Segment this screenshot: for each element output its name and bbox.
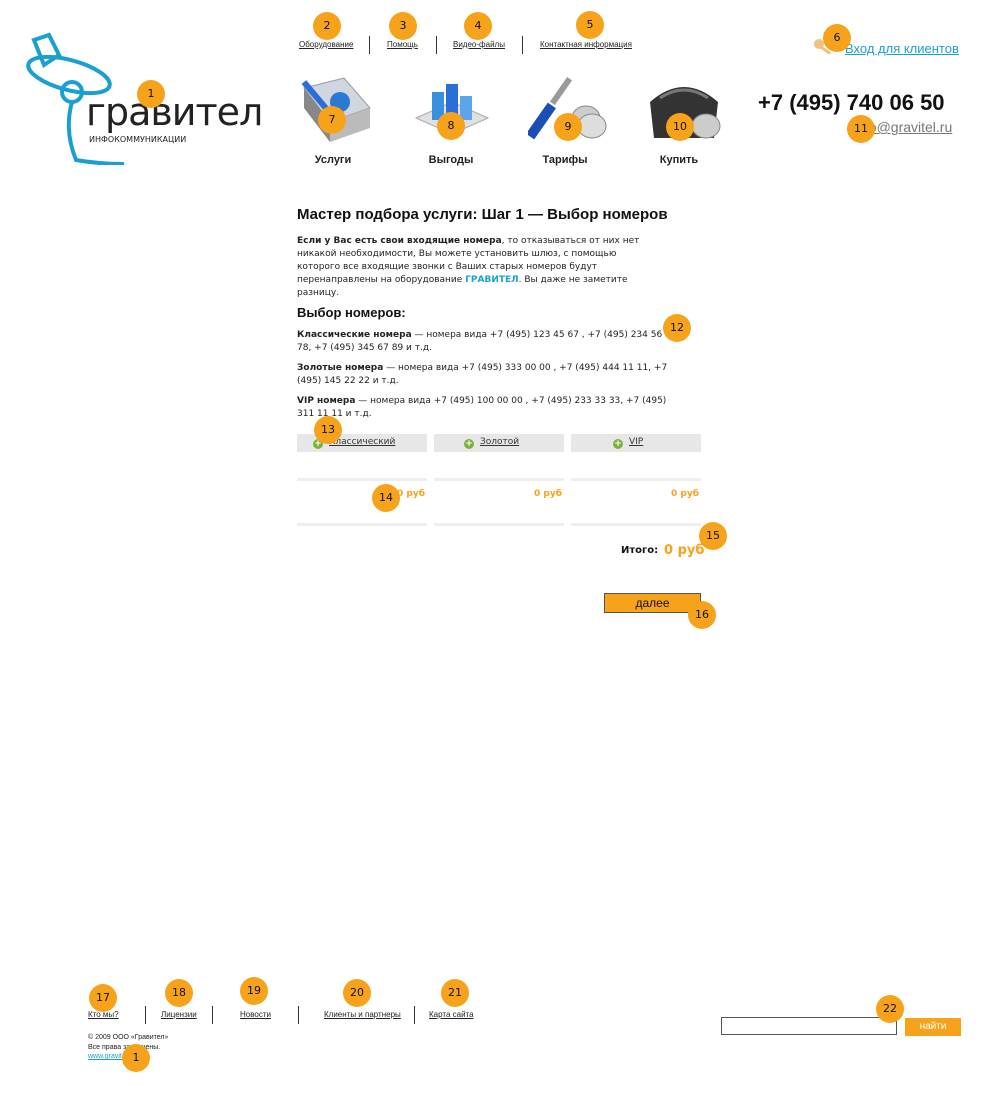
top-link-contacts[interactable]: Контактная информация: [540, 40, 632, 49]
annotation-badge: 8: [437, 112, 465, 140]
plus-icon: +: [464, 439, 474, 449]
divider: [436, 36, 437, 54]
price-box-vip: 0 руб: [571, 478, 701, 526]
number-type-gold: Золотые номера — номера вида +7 (495) 33…: [297, 362, 677, 388]
price-box-gold: 0 руб: [434, 478, 564, 526]
search-input[interactable]: [721, 1017, 897, 1035]
logo[interactable]: гравител ИНФОКОММУНИКАЦИИ: [14, 30, 263, 165]
tab-label: Золотой: [480, 437, 520, 447]
annotation-badge: 17: [89, 984, 117, 1012]
annotation-badge: 2: [313, 12, 341, 40]
divider: [522, 36, 523, 54]
annotation-badge: 20: [343, 979, 371, 1007]
divider: [414, 1006, 415, 1024]
footer-link-licenses[interactable]: Лицензии: [161, 1010, 197, 1019]
tab-gold[interactable]: + Золотой: [434, 434, 564, 452]
annotation-badge: 15: [699, 522, 727, 550]
tab-vip[interactable]: + VIP: [571, 434, 701, 452]
annotation-badge: 21: [441, 979, 469, 1007]
top-link-help[interactable]: Помощь: [387, 40, 418, 49]
annotation-badge: 12: [663, 314, 691, 342]
client-login-link[interactable]: Вход для клиентов: [845, 41, 959, 56]
annotation-badge: 16: [688, 601, 716, 629]
tab-label: VIP: [629, 437, 644, 447]
total-label: Итого:: [621, 545, 659, 556]
section-title: Выбор номеров:: [297, 305, 406, 320]
annotation-badge: 18: [165, 979, 193, 1007]
divider: [369, 36, 370, 54]
plus-icon: +: [613, 439, 623, 449]
footer-link-news[interactable]: Новости: [240, 1010, 271, 1019]
intro-bold: Если у Вас есть свои входящие номера: [297, 236, 502, 246]
annotation-badge: 22: [876, 995, 904, 1023]
total-value: 0 руб: [664, 543, 705, 558]
page-title: Мастер подбора услуги: Шаг 1 — Выбор ном…: [297, 206, 668, 223]
divider: [145, 1006, 146, 1024]
next-button[interactable]: далее: [604, 593, 701, 613]
number-type-name: VIP номера: [297, 396, 356, 406]
annotation-badge: 5: [576, 11, 604, 39]
top-link-equipment[interactable]: Оборудование: [299, 40, 353, 49]
number-type-vip: VIP номера — номера вида +7 (495) 100 00…: [297, 395, 677, 421]
copyright: © 2009 ООО «Гравител»: [88, 1034, 169, 1041]
annotation-badge: 14: [372, 484, 400, 512]
annotation-badge: 11: [847, 115, 875, 143]
nav-label-tariffs: Тарифы: [542, 154, 588, 166]
annotation-badge: 10: [666, 113, 694, 141]
price-value: 0 руб: [534, 489, 562, 499]
price-value: 0 руб: [671, 489, 699, 499]
top-link-video[interactable]: Видео-файлы: [453, 40, 505, 49]
intro-paragraph: Если у Вас есть свои входящие номера, то…: [297, 235, 657, 300]
annotation-badge: 6: [823, 24, 851, 52]
annotation-badge: 1: [137, 80, 165, 108]
number-type-classic: Классические номера — номера вида +7 (49…: [297, 329, 677, 355]
annotation-badge: 4: [464, 12, 492, 40]
annotation-badge: 7: [318, 106, 346, 134]
annotation-badge: 19: [240, 977, 268, 1005]
nav-label-benefits: Выгоды: [428, 154, 474, 166]
number-type-name: Классические номера: [297, 330, 412, 340]
annotation-badge: 13: [314, 416, 342, 444]
divider: [212, 1006, 213, 1024]
footer-link-clients[interactable]: Клиенты и партнеры: [324, 1010, 401, 1019]
logo-tagline: ИНФОКОММУНИКАЦИИ: [89, 135, 187, 144]
search-button[interactable]: найти: [905, 1018, 961, 1036]
divider: [298, 1006, 299, 1024]
price-value: 0 руб: [397, 489, 425, 499]
nav-label-buy: Купить: [659, 154, 699, 166]
price-box-classic: 0 руб: [297, 478, 427, 526]
footer-link-sitemap[interactable]: Карта сайта: [429, 1010, 474, 1019]
nav-label-services: Услуги: [314, 154, 352, 166]
logo-name: гравител: [86, 90, 263, 134]
number-type-name: Золотые номера: [297, 363, 384, 373]
phone-number: +7 (495) 740 06 50: [758, 90, 945, 115]
annotation-badge: 3: [389, 12, 417, 40]
intro-brand: ГРАВИТЕЛ: [465, 275, 519, 285]
annotation-badge: 9: [554, 113, 582, 141]
annotation-badge: 1: [122, 1044, 150, 1072]
